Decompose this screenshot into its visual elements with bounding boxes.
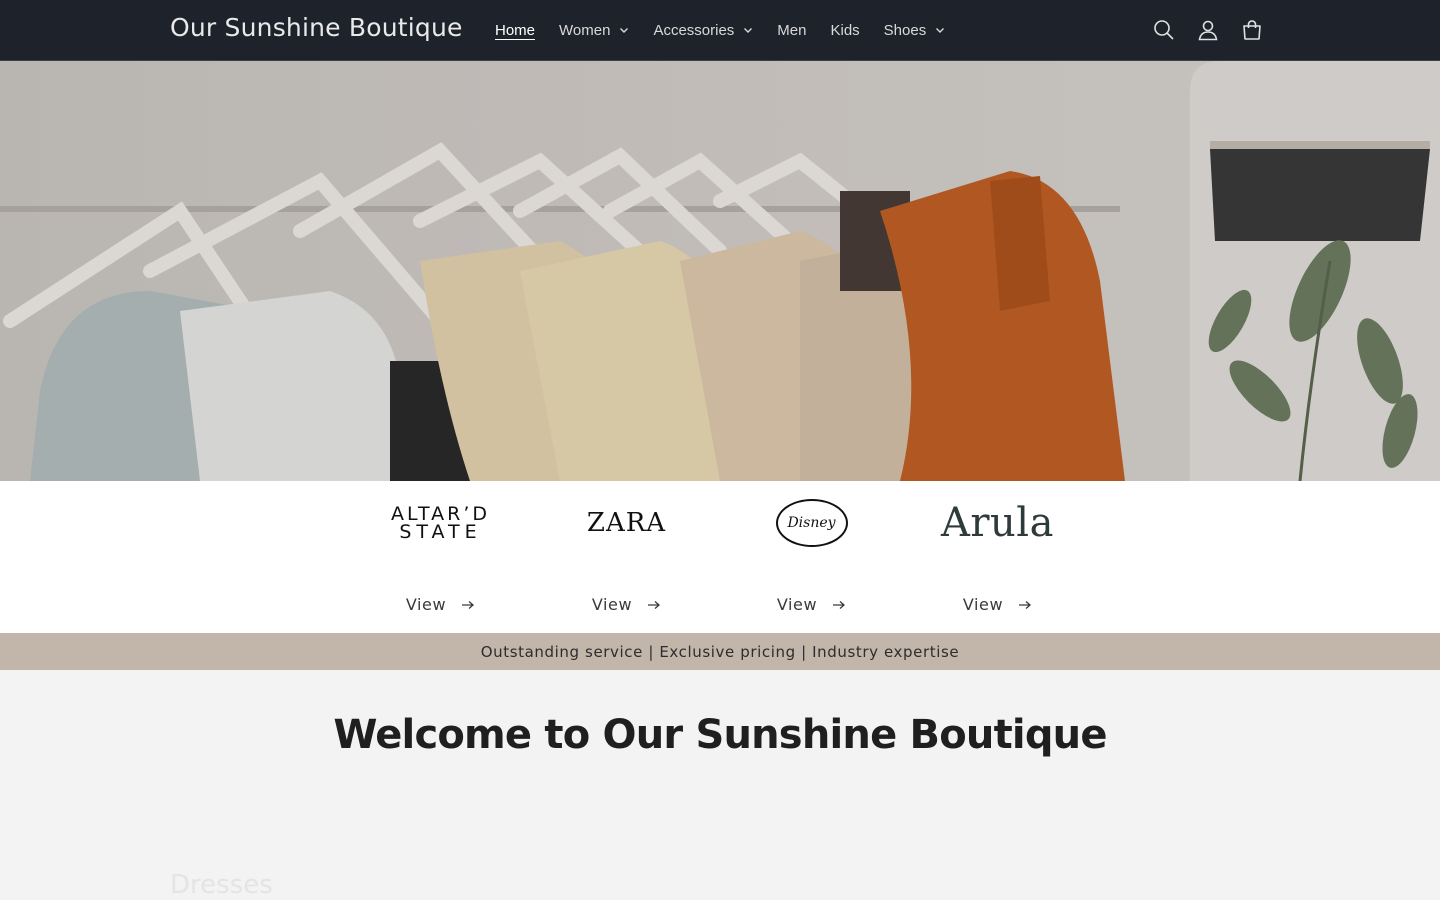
view-label: View [405,595,447,614]
hero-banner-image [0,61,1440,481]
cart-icon [1243,20,1261,40]
main-nav: Home Women Accessories Men Kids Shoes [483,0,957,60]
store-logo[interactable]: Our Sunshine Boutique [170,13,463,42]
nav-label: Accessories [653,21,735,39]
brand-logo-text: ZARA [586,508,667,538]
nav-label: Shoes [883,21,927,39]
nav-item-accessories[interactable]: Accessories [641,0,765,60]
nav-label: Men [777,21,807,39]
nav-item-shoes[interactable]: Shoes [872,0,958,60]
view-label: View [591,595,633,614]
brand-logo[interactable]: Arula [905,495,1090,551]
brand-logo-text: Arula [941,500,1054,546]
welcome-heading: Welcome to Our Sunshine Boutique [333,712,1107,758]
arrow-right-icon [648,600,661,609]
account-icon [1198,20,1218,41]
site-header: Our Sunshine Boutique Home Women Accesso… [0,0,1440,61]
arrow-right-icon [1019,600,1032,609]
brand-logos-section: ALTAR’D STATE View ZARA View Disney View [0,481,1440,633]
search-button[interactable] [1142,8,1186,52]
brand-card-zara: ZARA View [534,481,719,633]
nav-item-men[interactable]: Men [765,0,818,60]
announcement-bar: Outstanding service | Exclusive pricing … [0,633,1440,670]
arrow-right-icon [833,600,846,609]
nav-item-women[interactable]: Women [547,0,641,60]
brand-card-arula: Arula View [905,481,1090,633]
nav-item-kids[interactable]: Kids [818,0,871,60]
nav-item-home[interactable]: Home [483,0,547,60]
dresses-section-heading: Dresses [170,870,273,900]
brand-logo[interactable]: ALTAR’D STATE [348,495,533,551]
account-button[interactable] [1186,8,1230,52]
hero-overlay [0,61,1440,481]
header-icons [1142,8,1274,52]
nav-label: Kids [830,21,860,39]
chevron-down-icon [936,28,945,33]
brand-view-link[interactable]: View [905,595,1090,614]
nav-label: Home [495,21,536,39]
cart-button[interactable] [1230,8,1274,52]
brand-card-disney: Disney View [719,481,904,633]
brand-logo[interactable]: Disney [719,495,904,551]
brand-logo-line2: STATE [399,521,482,543]
brand-logo-text: Disney [787,515,836,531]
view-label: View [776,595,818,614]
search-icon [1154,20,1174,40]
welcome-section: Welcome to Our Sunshine Boutique Dresses [0,670,1440,900]
brand-view-link[interactable]: View [348,595,533,614]
brand-card-altard-state: ALTAR’D STATE View [348,481,533,633]
brand-view-link[interactable]: View [534,595,719,614]
chevron-down-icon [620,28,629,33]
chevron-down-icon [744,28,753,33]
arrow-right-icon [462,600,475,609]
nav-label: Women [559,21,611,39]
brand-view-link[interactable]: View [719,595,904,614]
brand-logo[interactable]: ZARA [534,495,719,551]
view-label: View [962,595,1004,614]
